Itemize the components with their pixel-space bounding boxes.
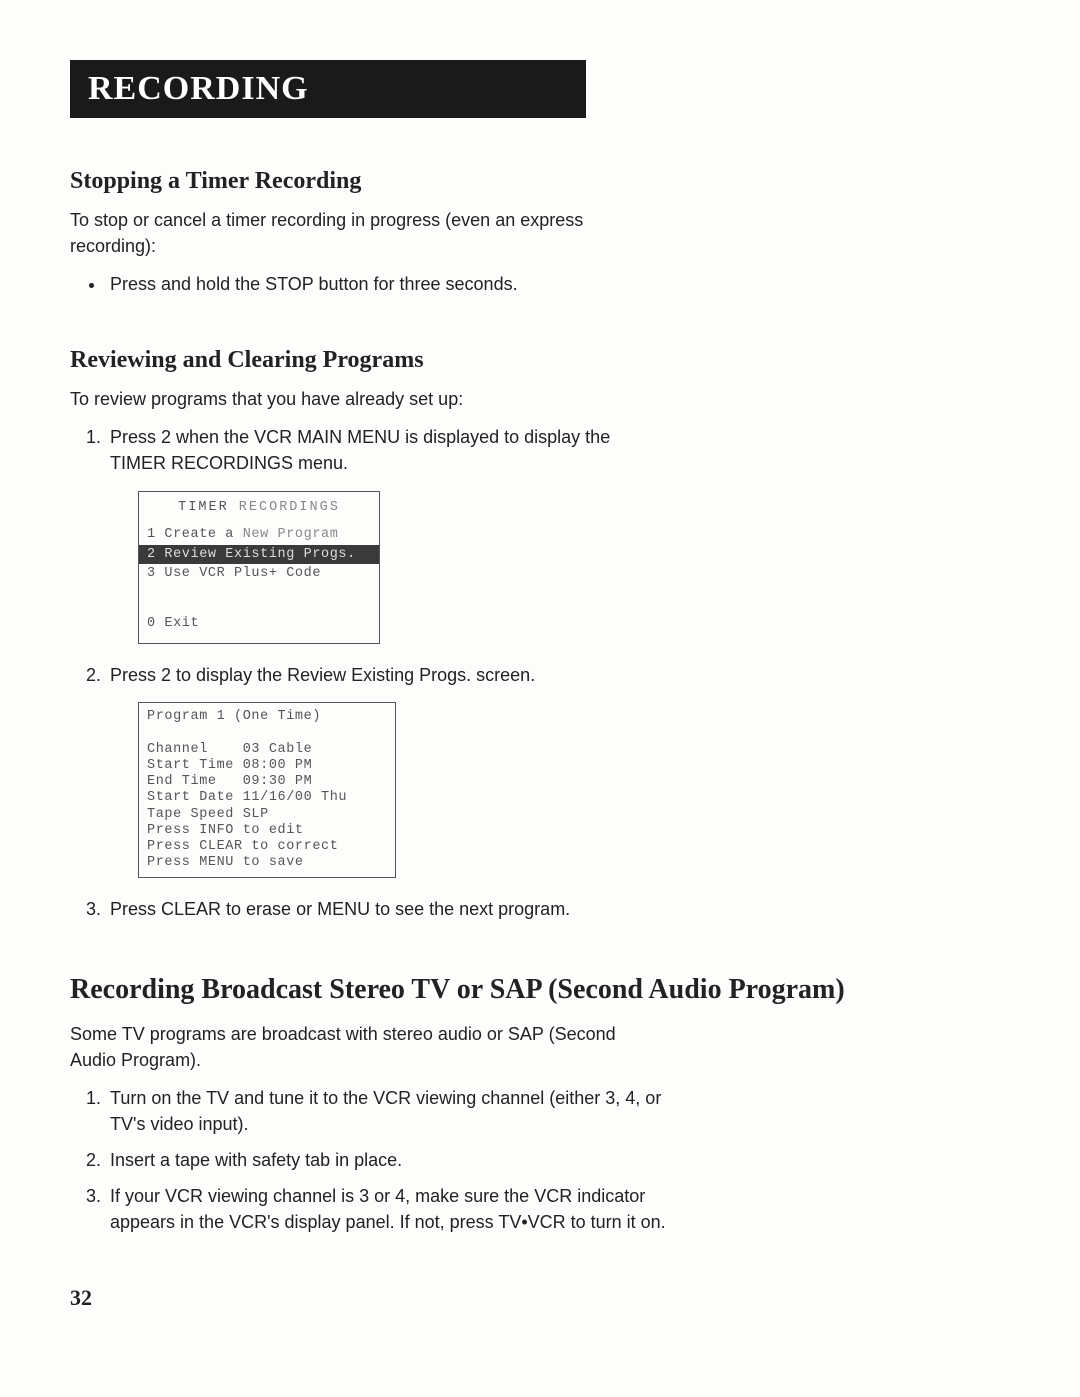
stereo-steps: Turn on the TV and tune it to the VCR vi…	[70, 1085, 666, 1235]
section-heading-reviewing: Reviewing and Clearing Programs	[70, 347, 1020, 374]
reviewing-step-2: Press 2 to display the Review Existing P…	[106, 662, 666, 878]
page: RECORDING Stopping a Timer Recording To …	[0, 0, 1080, 1351]
osd-row-exit: 0 Exit	[139, 614, 379, 634]
osd-timer-recordings: TIMER RECORDINGS 1 Create a New Program …	[138, 491, 380, 645]
stereo-intro: Some TV programs are broadcast with ster…	[70, 1021, 630, 1073]
chapter-title-bar: RECORDING	[70, 60, 586, 118]
stereo-step-3: If your VCR viewing channel is 3 or 4, m…	[106, 1183, 666, 1235]
osd-row-2-highlight: 2 Review Existing Progs.	[139, 545, 379, 565]
osd-row-1b: New Program	[234, 527, 338, 542]
section-heading-stereo-sap: Recording Broadcast Stereo TV or SAP (Se…	[70, 972, 1020, 1008]
section-heading-stopping: Stopping a Timer Recording	[70, 168, 1020, 195]
osd-row-3: 3 Use VCR Plus+ Code	[139, 564, 379, 584]
reviewing-step-1-text: Press 2 when the VCR MAIN MENU is displa…	[110, 427, 610, 473]
osd-title-a: TIMER	[178, 500, 229, 515]
reviewing-intro: To review programs that you have already…	[70, 386, 630, 412]
reviewing-steps: Press 2 when the VCR MAIN MENU is displa…	[70, 424, 666, 922]
osd-program-1: Program 1 (One Time) Channel 03 Cable St…	[138, 702, 396, 878]
reviewing-step-1: Press 2 when the VCR MAIN MENU is displa…	[106, 424, 666, 644]
osd-spacer	[139, 584, 379, 614]
reviewing-step-3: Press CLEAR to erase or MENU to see the …	[106, 896, 666, 922]
osd-row-1a: 1 Create a	[147, 527, 234, 542]
osd-row-1: 1 Create a New Program	[139, 525, 379, 545]
stopping-bullets: Press and hold the STOP button for three…	[70, 271, 666, 297]
reviewing-step-2-text: Press 2 to display the Review Existing P…	[110, 665, 535, 685]
reviewing-step-3-text: Press CLEAR to erase or MENU to see the …	[110, 899, 570, 919]
osd-title: TIMER RECORDINGS	[139, 498, 379, 518]
stopping-intro: To stop or cancel a timer recording in p…	[70, 207, 630, 259]
page-number: 32	[70, 1285, 1020, 1311]
stopping-bullet-1: Press and hold the STOP button for three…	[106, 271, 666, 297]
osd-title-b: RECORDINGS	[229, 500, 340, 515]
stereo-step-2: Insert a tape with safety tab in place.	[106, 1147, 666, 1173]
stereo-step-1: Turn on the TV and tune it to the VCR vi…	[106, 1085, 666, 1137]
